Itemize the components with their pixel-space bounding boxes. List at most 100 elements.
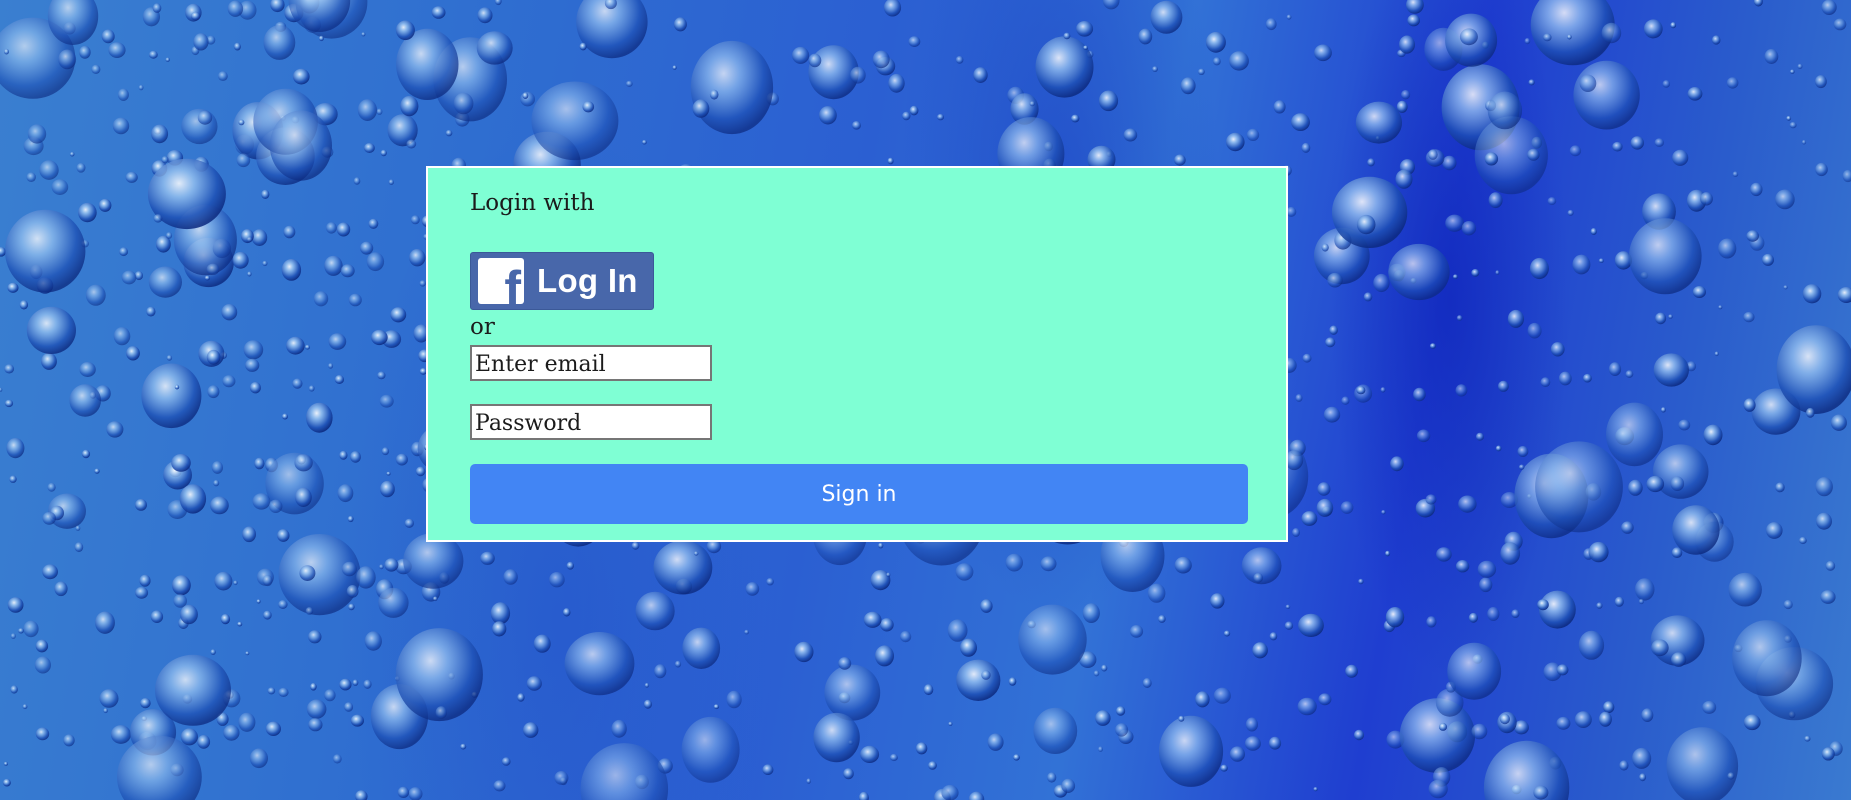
water-droplet (35, 727, 50, 741)
water-droplet (233, 580, 238, 586)
water-droplet (948, 721, 953, 727)
water-droplet (1660, 407, 1666, 413)
water-droplet (1700, 192, 1713, 206)
water-droplet (1265, 18, 1277, 31)
water-droplet (261, 189, 270, 199)
water-droplet (1477, 560, 1497, 578)
water-droplet (956, 659, 1001, 701)
water-droplet (1456, 315, 1463, 321)
water-droplet (549, 572, 565, 588)
water-droplet (1714, 351, 1719, 357)
water-droplet (135, 586, 149, 599)
water-droplet (197, 735, 211, 749)
water-droplet (1195, 691, 1210, 708)
water-droplet (1662, 80, 1671, 88)
water-droplet (1687, 87, 1703, 101)
water-droplet (190, 11, 201, 21)
water-droplet (1301, 511, 1318, 526)
water-droplet (1244, 736, 1261, 751)
water-droplet (1253, 573, 1263, 583)
water-droplet (1646, 475, 1665, 493)
water-droplet (1302, 353, 1312, 363)
water-droplet (1692, 286, 1706, 298)
water-droplet (357, 99, 377, 121)
water-droplet (1406, 0, 1424, 14)
water-droplet (523, 722, 539, 738)
water-droplet (1625, 370, 1634, 378)
water-droplet (1390, 456, 1404, 472)
water-droplet (1388, 243, 1450, 301)
water-droplet (1373, 273, 1390, 293)
water-droplet (1487, 91, 1523, 130)
water-droplet (1639, 773, 1647, 782)
water-droplet (1358, 578, 1364, 585)
water-droplet (1355, 101, 1402, 144)
water-droplet (880, 618, 894, 632)
water-droplet (692, 99, 710, 118)
water-droplet (1318, 693, 1332, 706)
water-droplet (101, 29, 115, 44)
water-droplet (305, 344, 310, 350)
water-droplet (22, 704, 28, 710)
water-droplet (886, 572, 891, 578)
water-droplet (1671, 547, 1683, 558)
water-droplet (1821, 747, 1835, 761)
water-droplet (256, 599, 261, 604)
water-droplet (1671, 652, 1687, 667)
water-droplet (1018, 604, 1087, 675)
water-droplet (42, 564, 58, 580)
water-droplet (1786, 115, 1792, 121)
water-droplet (1495, 445, 1502, 452)
water-droplet (1596, 602, 1603, 609)
water-droplet (79, 362, 96, 377)
water-droplet (380, 149, 387, 157)
water-droplet (353, 177, 361, 185)
water-droplet (1098, 746, 1103, 752)
sign-in-button[interactable]: Sign in (470, 464, 1248, 524)
water-droplet (1295, 394, 1303, 402)
water-droplet (193, 33, 209, 51)
password-field[interactable] (470, 404, 712, 440)
water-droplet (1399, 35, 1415, 54)
water-droplet (1174, 556, 1192, 574)
water-droplet (334, 375, 344, 384)
water-droplet (76, 163, 86, 173)
water-droplet (254, 457, 265, 470)
water-droplet (1728, 572, 1762, 607)
water-droplet (1158, 715, 1224, 787)
water-droplet (237, 621, 243, 627)
water-droplet (1095, 710, 1111, 726)
water-droplet (1670, 22, 1677, 29)
water-droplet (941, 784, 959, 800)
facebook-login-button[interactable]: f Log In (470, 252, 654, 310)
water-droplet (251, 229, 268, 247)
water-droplet (745, 582, 760, 596)
water-droplet (1356, 386, 1366, 395)
water-droplet (1643, 19, 1663, 39)
water-droplet (1345, 664, 1358, 678)
water-droplet (1743, 714, 1761, 731)
or-separator: or (470, 314, 495, 340)
water-droplet (1500, 542, 1521, 565)
water-droplet (350, 714, 364, 727)
water-droplet (1329, 325, 1338, 335)
water-droplet (328, 333, 347, 350)
water-droplet (713, 704, 720, 710)
water-droplet (813, 712, 860, 763)
water-droplet (165, 232, 173, 239)
water-droplet (1775, 189, 1795, 210)
water-droplet (902, 111, 911, 121)
water-droplet (1804, 735, 1811, 742)
email-field[interactable] (470, 345, 712, 381)
water-droplet (1461, 221, 1477, 236)
water-droplet (85, 284, 106, 306)
water-droplet (860, 745, 880, 764)
water-droplet (232, 251, 249, 269)
water-droplet (361, 32, 366, 37)
water-droplet (1653, 353, 1690, 387)
water-droplet (262, 260, 268, 267)
water-droplet (672, 65, 677, 70)
water-droplet (243, 340, 264, 360)
water-droplet (151, 124, 169, 144)
water-droplet (278, 600, 288, 609)
